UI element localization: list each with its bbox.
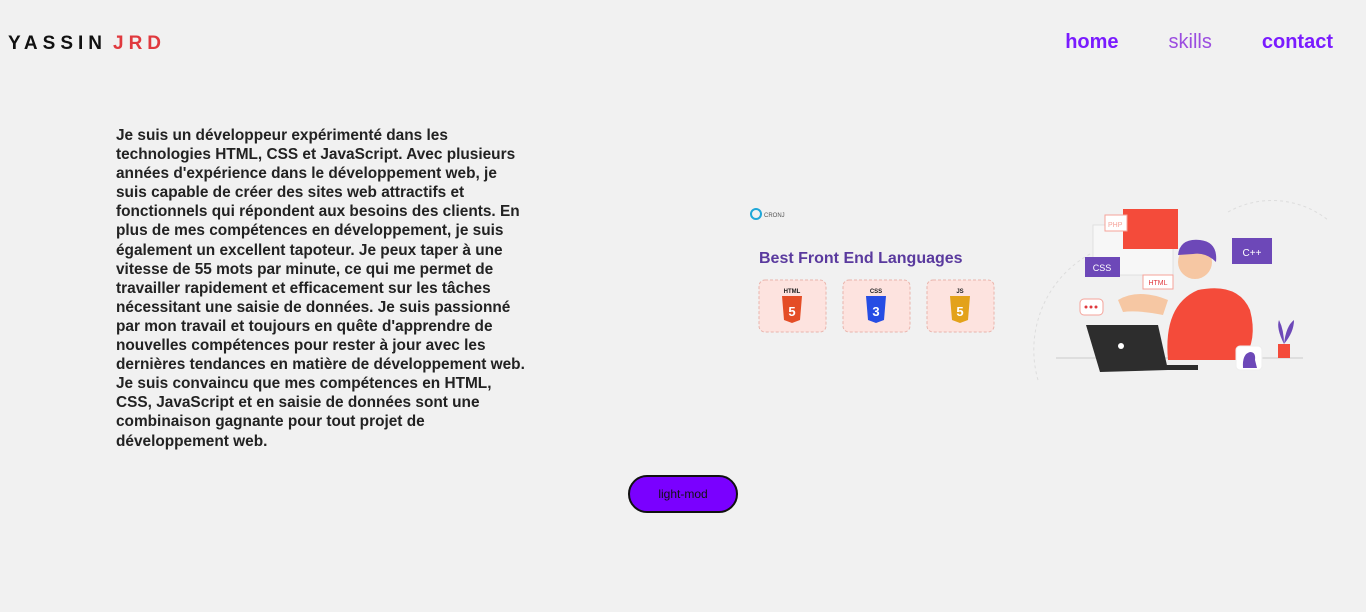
illustration-svg: CRONJ Best Front End Languages HTML 5 CS…	[750, 200, 1329, 381]
plant-pot-icon	[1278, 344, 1290, 358]
js-badge: JS 5	[926, 279, 995, 333]
css-badge: CSS 3	[842, 279, 911, 333]
brand-first-name: YASSIN	[8, 33, 107, 54]
about-text: Je suis un développeur expérimenté dans …	[116, 127, 525, 450]
php-tag: PHP	[1108, 222, 1123, 229]
cronj-logo-text: CRONJ	[764, 213, 785, 219]
nav-contact-link[interactable]: contact	[1262, 31, 1333, 54]
cronj-logo-icon	[750, 208, 762, 220]
html-tag-text: HTML	[1148, 280, 1167, 287]
code-window-icon	[1123, 209, 1178, 249]
nav-skills-link[interactable]: skills	[1169, 31, 1212, 54]
plant-icon	[1278, 320, 1294, 344]
html-badge-number: 5	[788, 304, 795, 319]
css-badge-number: 3	[872, 304, 879, 319]
brand-last-name: JRD	[113, 33, 167, 54]
developer-illustration: PHP CSS C++ HTML	[1033, 200, 1329, 381]
html-badge: HTML 5	[758, 279, 827, 333]
css-badge-label: CSS	[870, 289, 882, 295]
js-badge-label: JS	[956, 289, 963, 295]
nav-home-link[interactable]: home	[1065, 31, 1118, 54]
laptop-icon	[1086, 325, 1168, 372]
js-badge-number: 5	[956, 304, 963, 319]
theme-toggle-button[interactable]: light-mod	[628, 475, 738, 513]
css-tag-text: CSS	[1093, 263, 1112, 273]
front-end-languages-illustration: CRONJ Best Front End Languages HTML 5 CS…	[738, 200, 1338, 390]
html-badge-label: HTML	[784, 289, 801, 295]
main-nav: home skills contact	[1015, 31, 1333, 54]
figure-heading: Best Front End Languages	[759, 250, 963, 267]
cpp-tag-text: C++	[1243, 248, 1262, 259]
site-logo: YASSIN JRD	[8, 33, 166, 55]
